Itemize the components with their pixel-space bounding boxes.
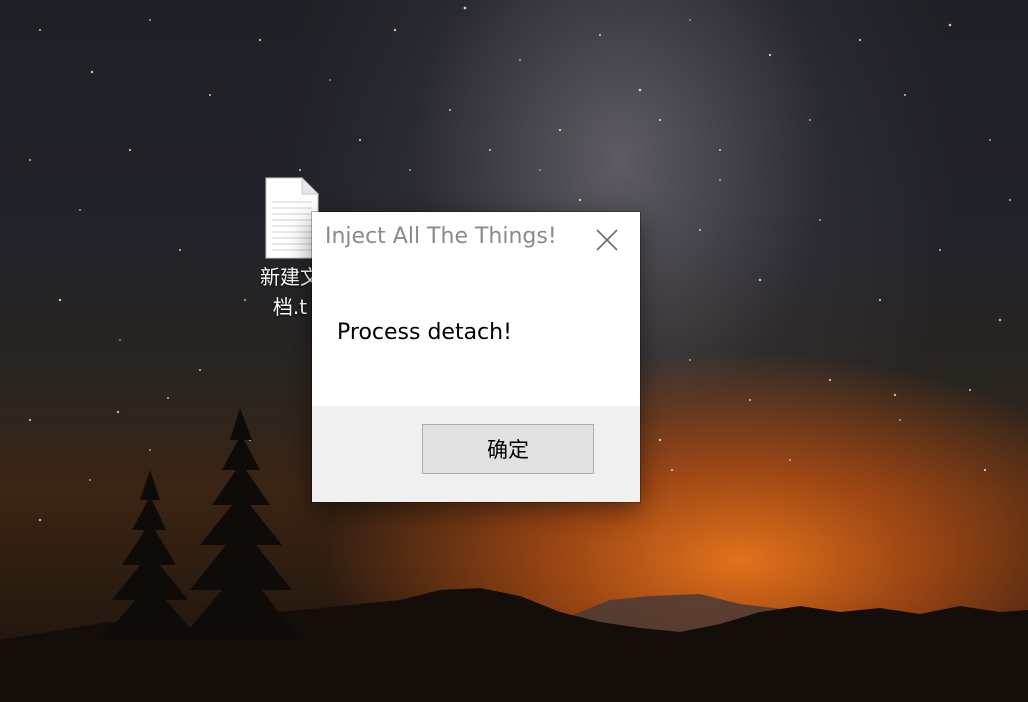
- close-icon: [596, 229, 618, 251]
- dialog-footer: 确定: [312, 406, 640, 502]
- dialog-title: Inject All The Things!: [325, 224, 557, 249]
- text-file-icon: [260, 176, 320, 260]
- ok-button[interactable]: 确定: [422, 424, 594, 474]
- desktop: 新建文 档.t Inject All The Things! Process d…: [0, 0, 1028, 702]
- dialog-message: Process detach!: [337, 320, 512, 345]
- message-box: Inject All The Things! Process detach! 确…: [312, 212, 640, 502]
- close-button[interactable]: [574, 212, 640, 268]
- dialog-titlebar[interactable]: Inject All The Things!: [312, 212, 640, 268]
